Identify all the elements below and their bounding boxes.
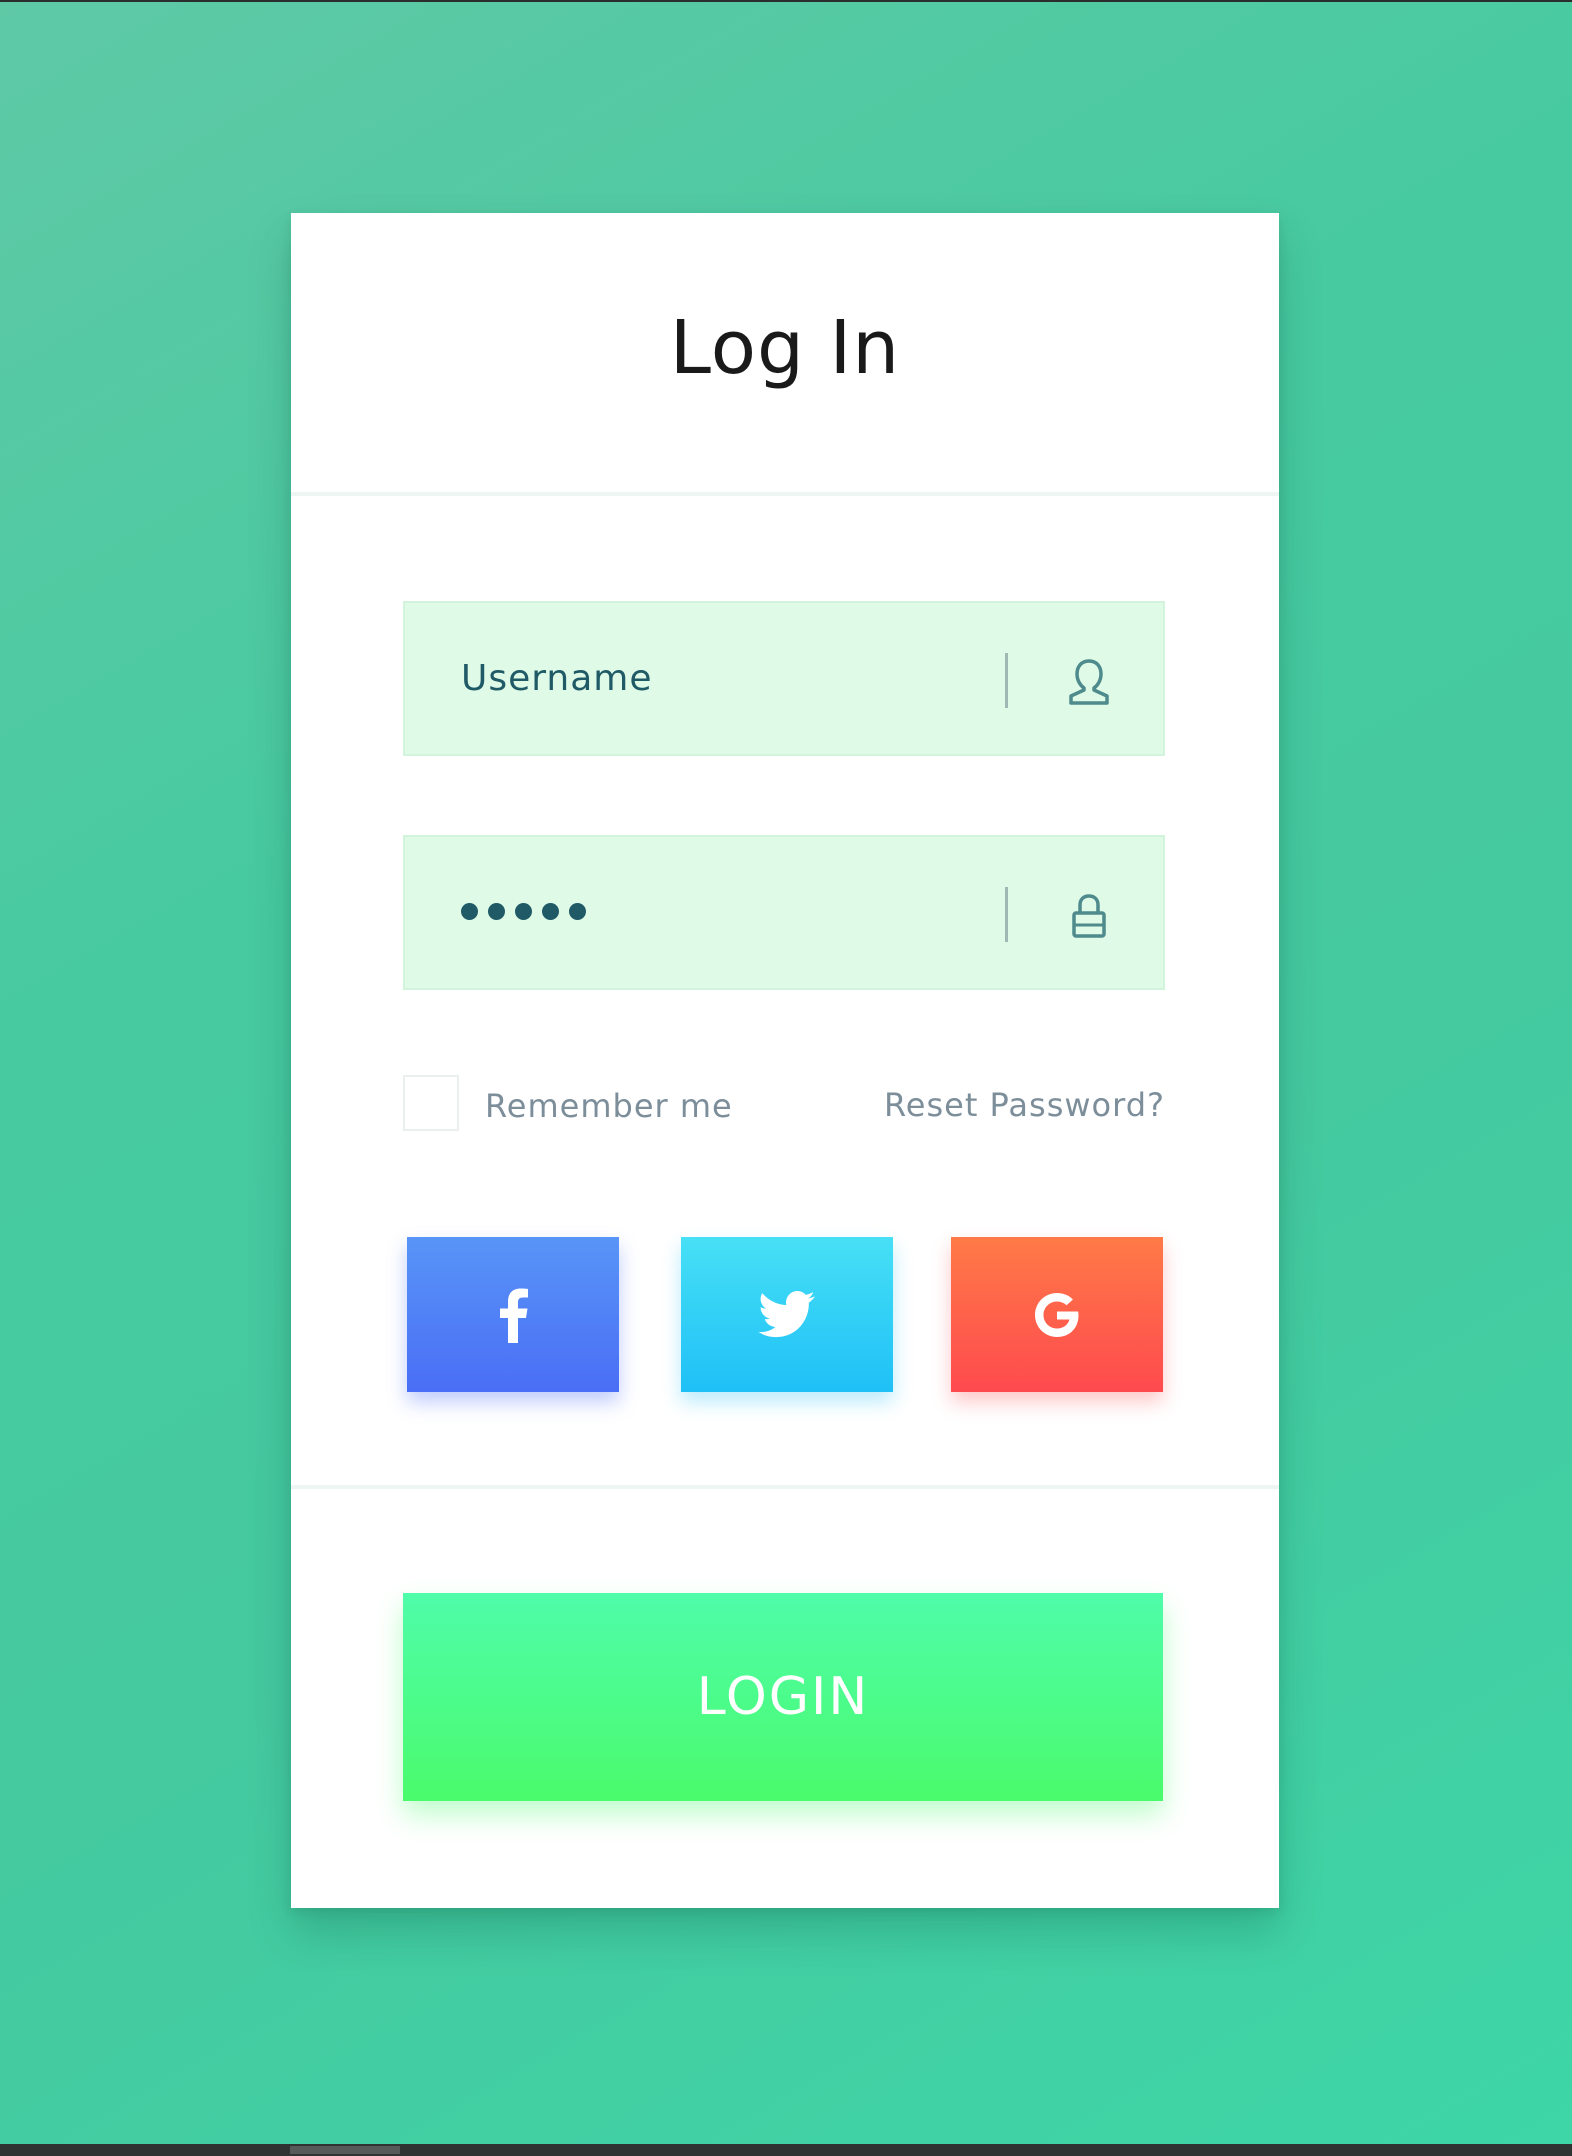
password-field[interactable]	[403, 835, 1165, 990]
page-background: Log In Username Remember me Reset Passwo…	[0, 0, 1572, 2156]
login-card: Log In Username Remember me Reset Passwo…	[291, 213, 1279, 1908]
field-divider	[1005, 653, 1008, 708]
facebook-login-button[interactable]	[407, 1237, 619, 1392]
card-header: Log In	[291, 213, 1279, 496]
reset-password-link[interactable]: Reset Password?	[884, 1086, 1165, 1124]
username-input[interactable]	[461, 603, 981, 754]
user-icon	[1065, 656, 1113, 708]
facebook-icon	[495, 1287, 531, 1343]
remember-me-checkbox[interactable]	[403, 1075, 459, 1131]
lock-icon	[1065, 890, 1113, 942]
section-divider	[291, 1485, 1279, 1489]
remember-me-label: Remember me	[485, 1087, 733, 1125]
google-login-button[interactable]	[951, 1237, 1163, 1392]
login-button[interactable]: LOGIN	[403, 1593, 1163, 1801]
field-divider	[1005, 887, 1008, 942]
username-field[interactable]	[403, 601, 1165, 756]
twitter-login-button[interactable]	[681, 1237, 893, 1392]
window-tab	[290, 2146, 400, 2154]
google-icon	[1029, 1287, 1085, 1343]
twitter-icon	[758, 1290, 816, 1339]
window-bottom-bar	[0, 2144, 1572, 2156]
password-mask	[461, 903, 596, 923]
page-title: Log In	[669, 305, 901, 391]
